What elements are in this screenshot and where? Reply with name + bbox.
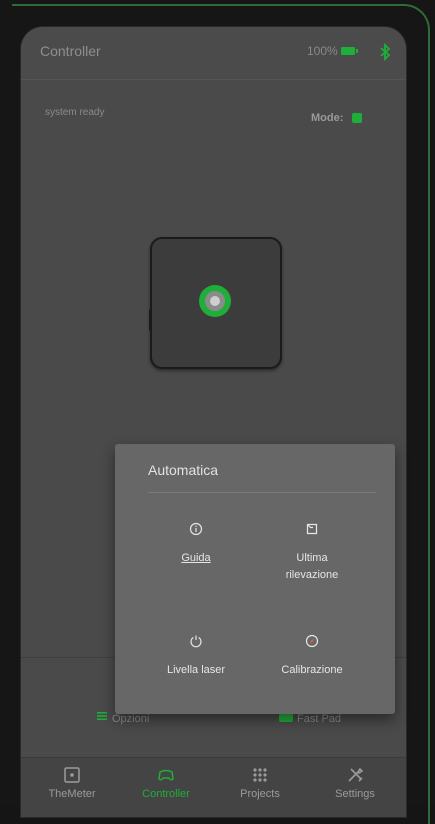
mode-label: Mode: [311, 112, 344, 124]
status-text: system ready [45, 107, 105, 118]
calibrazione-button[interactable]: Calibrazione [252, 634, 372, 679]
nav-label: Settings [335, 788, 375, 800]
battery-icon [341, 47, 358, 55]
calibrazione-label: Calibrazione [281, 664, 343, 676]
app-bar: Controller 100% [21, 27, 406, 80]
compass-icon [305, 634, 319, 648]
device-side-button [149, 309, 152, 331]
popup-title: Automatica [148, 462, 219, 478]
gamepad-icon [158, 769, 174, 781]
bluetooth-icon[interactable] [379, 43, 391, 61]
guida-button[interactable]: Guida [136, 522, 256, 567]
options-icon [97, 712, 107, 720]
device-lens-icon [199, 285, 231, 317]
app-title: Controller [40, 43, 101, 59]
battery-percent: 100% [307, 44, 338, 58]
tools-icon [348, 767, 364, 782]
nav-item-settings[interactable]: Settings [310, 766, 400, 800]
info-icon [189, 522, 203, 536]
bottom-nav: TheMeter Controller Projects Settings [21, 757, 406, 817]
device-illustration [149, 237, 282, 369]
nav-label: Controller [142, 788, 190, 800]
guida-label: Guida [181, 552, 211, 564]
power-icon [190, 635, 202, 648]
livella-laser-label: Livella laser [166, 664, 226, 676]
nav-item-controller[interactable]: Controller [121, 766, 211, 800]
ultima-rilevazione-button[interactable]: Ultima rilevazione [252, 522, 372, 584]
background: Controller 100% system ready Mode: Opzio… [0, 0, 435, 824]
nav-item-projects[interactable]: Projects [215, 766, 305, 800]
popup-divider [148, 492, 376, 493]
mode-icon[interactable] [352, 113, 362, 123]
nav-item-themeter[interactable]: TheMeter [27, 766, 117, 800]
livella-laser-button[interactable]: Livella laser [136, 634, 256, 679]
nav-label: Projects [240, 788, 280, 800]
square-dot-icon [64, 767, 80, 783]
options-button[interactable]: Opzioni [112, 713, 149, 725]
ultima-rilevazione-label: Ultima rilevazione [285, 552, 339, 581]
flag-note-icon [306, 523, 318, 535]
nav-label: TheMeter [48, 788, 96, 800]
fastpad-icon [279, 713, 293, 722]
automatica-popup: Automatica Guida Ultima rilevazione Live… [115, 444, 395, 714]
fastpad-button[interactable]: Fast Pad [297, 713, 341, 725]
grid-dots-icon [253, 768, 267, 782]
